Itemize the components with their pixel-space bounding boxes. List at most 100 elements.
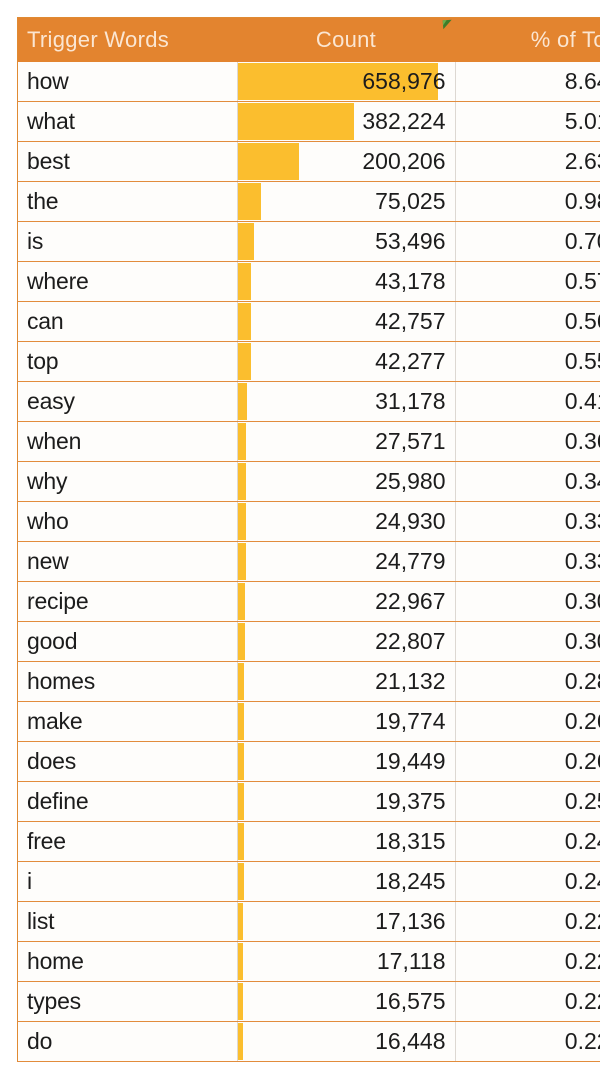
cell-trigger-word: who [17, 501, 238, 542]
cell-trigger-word: easy [17, 381, 238, 422]
count-value: 658,976 [362, 67, 446, 94]
count-data-bar [237, 703, 244, 740]
cell-count: 43,178 [237, 261, 456, 302]
column-header-count[interactable]: Count [237, 17, 455, 62]
cell-count: 42,757 [237, 301, 456, 342]
count-value: 42,277 [375, 348, 446, 374]
column-header-count-label: Count [315, 26, 377, 52]
cell-percent-of-total: 0.55% [455, 341, 600, 382]
cell-trigger-word: what [17, 101, 238, 142]
count-data-bar [237, 823, 244, 860]
count-value: 19,449 [375, 748, 446, 774]
count-data-bar [237, 903, 243, 940]
table-row[interactable]: types 16,575 0.22% [17, 981, 600, 1022]
table-header: Trigger Words Count % of Total [17, 17, 600, 62]
cell-percent-of-total: 0.34% [455, 461, 600, 502]
table-row[interactable]: i 18,245 0.24% [17, 861, 600, 902]
count-value: 31,178 [375, 388, 446, 414]
table-row[interactable]: why 25,980 0.34% [17, 461, 600, 502]
cell-count: 42,277 [237, 341, 456, 382]
cell-trigger-word: the [17, 181, 238, 222]
column-header-percent-of-total[interactable]: % of Total [442, 17, 600, 62]
cell-count: 22,967 [237, 581, 456, 622]
count-data-bar [237, 623, 245, 660]
cell-trigger-word: homes [17, 661, 238, 702]
count-data-bar [237, 423, 246, 460]
table-row[interactable]: do 16,448 0.22% [17, 1021, 600, 1062]
table-row[interactable]: who 24,930 0.33% [17, 501, 600, 542]
count-data-bar [237, 863, 244, 900]
cell-count: 31,178 [237, 381, 456, 422]
count-value: 25,980 [375, 468, 446, 494]
table-row[interactable]: what 382,224 5.01% [17, 101, 600, 142]
count-value: 22,807 [375, 628, 446, 654]
table-row[interactable]: where 43,178 0.57% [17, 261, 600, 302]
cell-count: 19,375 [237, 781, 456, 822]
cell-trigger-word: types [17, 981, 238, 1022]
cell-count: 27,571 [237, 421, 456, 462]
table-header-row: Trigger Words Count % of Total [17, 17, 600, 62]
cell-trigger-word: i [17, 861, 238, 902]
count-value: 19,774 [375, 708, 446, 734]
table-row[interactable]: home 17,118 0.22% [17, 941, 600, 982]
cell-trigger-word: make [17, 701, 238, 742]
count-data-bar [237, 583, 245, 620]
count-value: 18,245 [375, 868, 446, 894]
cell-count: 18,315 [237, 821, 456, 862]
count-data-bar [237, 503, 246, 540]
cell-percent-of-total: 2.63% [455, 141, 600, 182]
count-data-bar [237, 783, 244, 820]
table-row[interactable]: easy 31,178 0.41% [17, 381, 600, 422]
table-row[interactable]: does 19,449 0.26% [17, 741, 600, 782]
table-row[interactable]: new 24,779 0.33% [17, 541, 600, 582]
table-row[interactable]: make 19,774 0.26% [17, 701, 600, 742]
count-value: 43,178 [375, 268, 446, 294]
cell-percent-of-total: 0.33% [455, 541, 600, 582]
table-row[interactable]: define 19,375 0.25% [17, 781, 600, 822]
cell-trigger-word: list [17, 901, 238, 942]
table-row[interactable]: is 53,496 0.70% [17, 221, 600, 262]
cell-count: 21,132 [237, 661, 456, 702]
cell-percent-of-total: 0.22% [455, 901, 600, 942]
cell-percent-of-total: 0.25% [455, 781, 600, 822]
table-row[interactable]: recipe 22,967 0.30% [17, 581, 600, 622]
table-row[interactable]: can 42,757 0.56% [17, 301, 600, 342]
count-value: 16,575 [375, 988, 446, 1014]
cell-count: 75,025 [237, 181, 456, 222]
table-row[interactable]: free 18,315 0.24% [17, 821, 600, 862]
cell-trigger-word: do [17, 1021, 238, 1062]
table-row[interactable]: top 42,277 0.55% [17, 341, 600, 382]
table-row[interactable]: homes 21,132 0.28% [17, 661, 600, 702]
table-row[interactable]: when 27,571 0.36% [17, 421, 600, 462]
cell-percent-of-total: 0.56% [455, 301, 600, 342]
cell-percent-of-total: 0.22% [455, 1021, 600, 1062]
cell-trigger-word: can [17, 301, 238, 342]
count-data-bar [237, 983, 243, 1020]
count-value: 21,132 [375, 668, 446, 694]
cell-trigger-word: recipe [17, 581, 238, 622]
column-header-trigger-words[interactable]: Trigger Words [17, 17, 237, 62]
cell-count: 24,930 [237, 501, 456, 542]
cell-count: 25,980 [237, 461, 456, 502]
count-value: 42,757 [375, 308, 446, 334]
cell-count: 17,136 [237, 901, 456, 942]
cell-percent-of-total: 0.22% [455, 941, 600, 982]
table-row[interactable]: list 17,136 0.22% [17, 901, 600, 942]
count-data-bar [237, 263, 251, 300]
count-value: 27,571 [375, 428, 446, 454]
cell-percent-of-total: 5.01% [455, 101, 600, 142]
table-row[interactable]: how 658,976 8.64% [17, 61, 600, 102]
cell-trigger-word: good [17, 621, 238, 662]
cell-percent-of-total: 0.24% [455, 821, 600, 862]
table-row[interactable]: best 200,206 2.63% [17, 141, 600, 182]
cell-percent-of-total: 0.28% [455, 661, 600, 702]
cell-percent-of-total: 0.24% [455, 861, 600, 902]
cell-trigger-word: when [17, 421, 238, 462]
count-data-bar [237, 943, 243, 980]
table-body: how 658,976 8.64% what 382,224 5.01% best 200,2… [17, 61, 600, 1062]
count-value: 75,025 [375, 188, 446, 214]
table-row[interactable]: the 75,025 0.98% [17, 181, 600, 222]
table-row[interactable]: good 22,807 0.30% [17, 621, 600, 662]
cell-percent-of-total: 0.70% [455, 221, 600, 262]
cell-count: 22,807 [237, 621, 456, 662]
